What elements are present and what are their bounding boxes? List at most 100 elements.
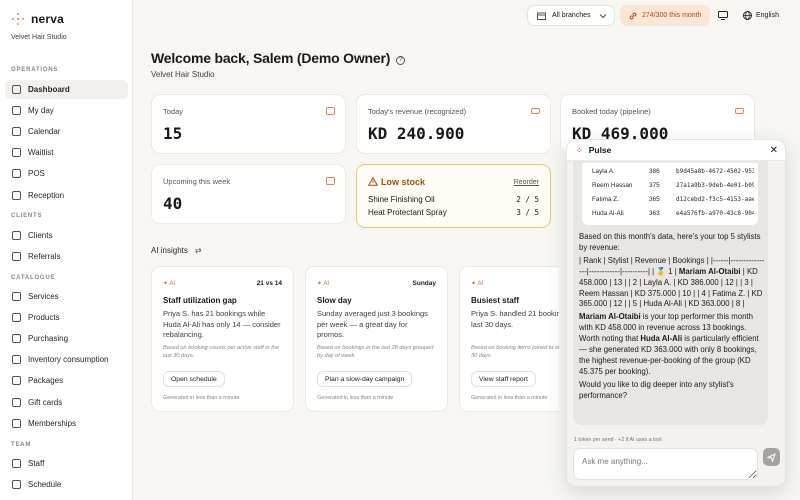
globe-icon xyxy=(743,11,752,20)
ai-card-meta: 21 vs 14 xyxy=(256,280,282,287)
sidebar-item-label: Schedule xyxy=(28,480,62,490)
ai-card-body: Priya S. has 21 bookings while Huda Al-A… xyxy=(163,309,281,339)
sidebar-item-inventory-consumption[interactable]: Inventory consumption xyxy=(5,350,128,369)
grid-icon xyxy=(12,85,21,94)
calendar-icon xyxy=(326,177,335,185)
usage-text: 274/300 this month xyxy=(642,12,702,19)
ai-card-body: Priya S. handled 21 bookings in the last… xyxy=(471,309,559,329)
sidebar-item-memberships[interactable]: Memberships xyxy=(5,414,128,433)
calendar-icon xyxy=(12,127,21,137)
ai-badge: ✦ AI xyxy=(471,281,484,287)
language-selector[interactable]: English xyxy=(743,5,788,26)
message-summary: Mariam Al-Otaibi is your top performer t… xyxy=(579,312,765,377)
message-table: Layla A. 386 b9d45a8b-4672-4502-953 Reem H… xyxy=(582,163,758,225)
scan-icon xyxy=(12,169,21,179)
user-gear-icon xyxy=(12,459,21,468)
sidebar-item-products[interactable]: Products xyxy=(5,308,128,327)
ai-card-generated: Generated in less than a minute xyxy=(471,395,548,401)
sidebar-item-purchasing[interactable]: Purchasing xyxy=(5,329,128,348)
branch-selector[interactable]: All branches xyxy=(527,5,615,26)
low-stock-title-text: Low stock xyxy=(381,177,426,187)
stat-card-today[interactable]: Today 15 xyxy=(151,94,346,154)
ai-badge: ✦ AI xyxy=(317,281,330,287)
ai-card-note: Based on bookings in the last 28 days gr… xyxy=(317,345,434,359)
logo[interactable]: nerva xyxy=(12,12,64,26)
summary-a: Mariam Al-Otaibi xyxy=(579,312,641,322)
sparkles-icon xyxy=(12,292,21,301)
table-row: Layla A. 386 b9d45a8b-4672-4502-953 xyxy=(592,168,754,175)
item-name: Heat Protectant Spray xyxy=(368,208,447,217)
cell-id: d12cebd2-f3c5-4153-aae5- xyxy=(676,196,754,203)
user-plus-icon xyxy=(12,252,21,262)
link-icon xyxy=(629,12,637,19)
sidebar-item-label: Clients xyxy=(28,231,53,240)
sidebar-item-label: Memberships xyxy=(28,418,77,428)
layers-icon xyxy=(12,355,21,365)
ai-card-body: Sunday averaged just 3 bookings per week… xyxy=(317,309,428,339)
sidebar-item-services[interactable]: Services xyxy=(5,287,128,306)
page-title-text: Welcome back, Salem (Demo Owner) xyxy=(151,50,391,66)
cell-id: 27a1a9b3-9deb-4e01-b092 xyxy=(676,182,754,189)
sidebar-item-packages[interactable]: Packages xyxy=(5,371,128,390)
pulse-logo-icon: ⁘ xyxy=(576,145,583,155)
clipboard-icon xyxy=(12,148,21,158)
cell-name: Layla A. xyxy=(592,168,615,175)
stat-card-revenue[interactable]: Today's revenue (recognized) KD 240.900 xyxy=(356,94,551,154)
sidebar-item-label: Packages xyxy=(28,376,64,386)
item-name: Shine Finishing Oil xyxy=(368,195,435,204)
users-icon xyxy=(12,231,21,240)
nerva-logo-icon xyxy=(12,13,24,25)
sidebar-item-label: My day xyxy=(28,106,54,116)
truck-icon xyxy=(12,334,21,344)
message-followup: Would you like to dig deeper into any st… xyxy=(579,379,734,400)
item-qty: 2 / 5 xyxy=(516,195,539,204)
stat-card-upcoming[interactable]: Upcoming this week 40 xyxy=(151,164,346,224)
id-card-icon xyxy=(12,418,21,428)
cell-id: e4a576fb-a970-43c8-904b xyxy=(676,210,754,217)
display-mode-button[interactable] xyxy=(715,5,731,26)
usage-badge[interactable]: 274/300 this month xyxy=(620,5,710,26)
ai-badge-text: AI xyxy=(323,281,330,287)
open-schedule-button[interactable]: Open schedule xyxy=(163,371,225,387)
sidebar-item-clients[interactable]: Clients xyxy=(5,226,128,245)
language-value: English xyxy=(756,12,779,19)
message-intro: Based on this month's data, here's your … xyxy=(579,232,761,252)
sidebar-item-label: Inventory consumption xyxy=(28,355,109,365)
sidebar-item-staff[interactable]: Staff xyxy=(5,454,128,473)
cell-name: Reem Hassan xyxy=(592,182,633,189)
ai-card-title: Slow day xyxy=(317,296,352,305)
pulse-header: ⁘ Pulse ✕ xyxy=(567,140,785,161)
ai-card-note: Based on booking items joined to staff i… xyxy=(471,345,559,359)
org-name: Velvet Hair Studio xyxy=(11,34,67,41)
sidebar-item-dashboard[interactable]: Dashboard xyxy=(5,80,128,99)
sidebar-item-waitlist[interactable]: Waitlist xyxy=(5,143,128,162)
sidebar-item-referrals[interactable]: Referrals xyxy=(5,247,128,266)
view-staff-report-button[interactable]: View staff report xyxy=(471,371,536,387)
stat-label: Upcoming this week xyxy=(163,177,231,186)
plan-campaign-button[interactable]: Plan a slow-day campaign xyxy=(317,371,413,387)
section-label-clients: CLIENTS xyxy=(11,213,43,219)
sidebar-item-reception[interactable]: Reception xyxy=(5,186,128,205)
cell-id: b9d45a8b-4672-4502-953 xyxy=(676,168,754,175)
sidebar-item-schedule[interactable]: Schedule xyxy=(5,475,128,494)
close-icon[interactable]: ✕ xyxy=(770,145,778,156)
sidebar-item-gift-cards[interactable]: Gift cards xyxy=(5,393,128,412)
pulse-chat-panel: Layla A. 386 b9d45a8b-4672-4502-953 Reem H… xyxy=(566,139,786,487)
sidebar-item-pos[interactable]: POS xyxy=(5,164,128,183)
token-rate-note: 1 token per send · +2 if AI uses a tool xyxy=(574,437,662,443)
reorder-link[interactable]: Reorder xyxy=(514,179,539,186)
sidebar-item-calendar[interactable]: Calendar xyxy=(5,122,128,141)
message-text: Based on this month's data, here's your … xyxy=(579,232,765,404)
section-label-team: TEAM xyxy=(11,442,32,448)
shuffle-icon[interactable]: ⇄ xyxy=(195,246,202,255)
help-icon[interactable]: ? xyxy=(396,56,406,65)
sidebar-item-label: POS xyxy=(28,169,45,179)
ai-card-busiest: ✦ AI Busiest staff Priya S. handled 21 b… xyxy=(459,266,559,412)
chat-input[interactable] xyxy=(573,448,758,480)
cell-num: 375 xyxy=(649,182,660,189)
sidebar-item-my-day[interactable]: My day xyxy=(5,101,128,120)
low-stock-row: Heat Protectant Spray 3 / 5 xyxy=(368,208,539,217)
package-icon xyxy=(12,376,21,386)
send-button[interactable] xyxy=(763,448,780,466)
chevron-down-icon xyxy=(599,13,607,18)
